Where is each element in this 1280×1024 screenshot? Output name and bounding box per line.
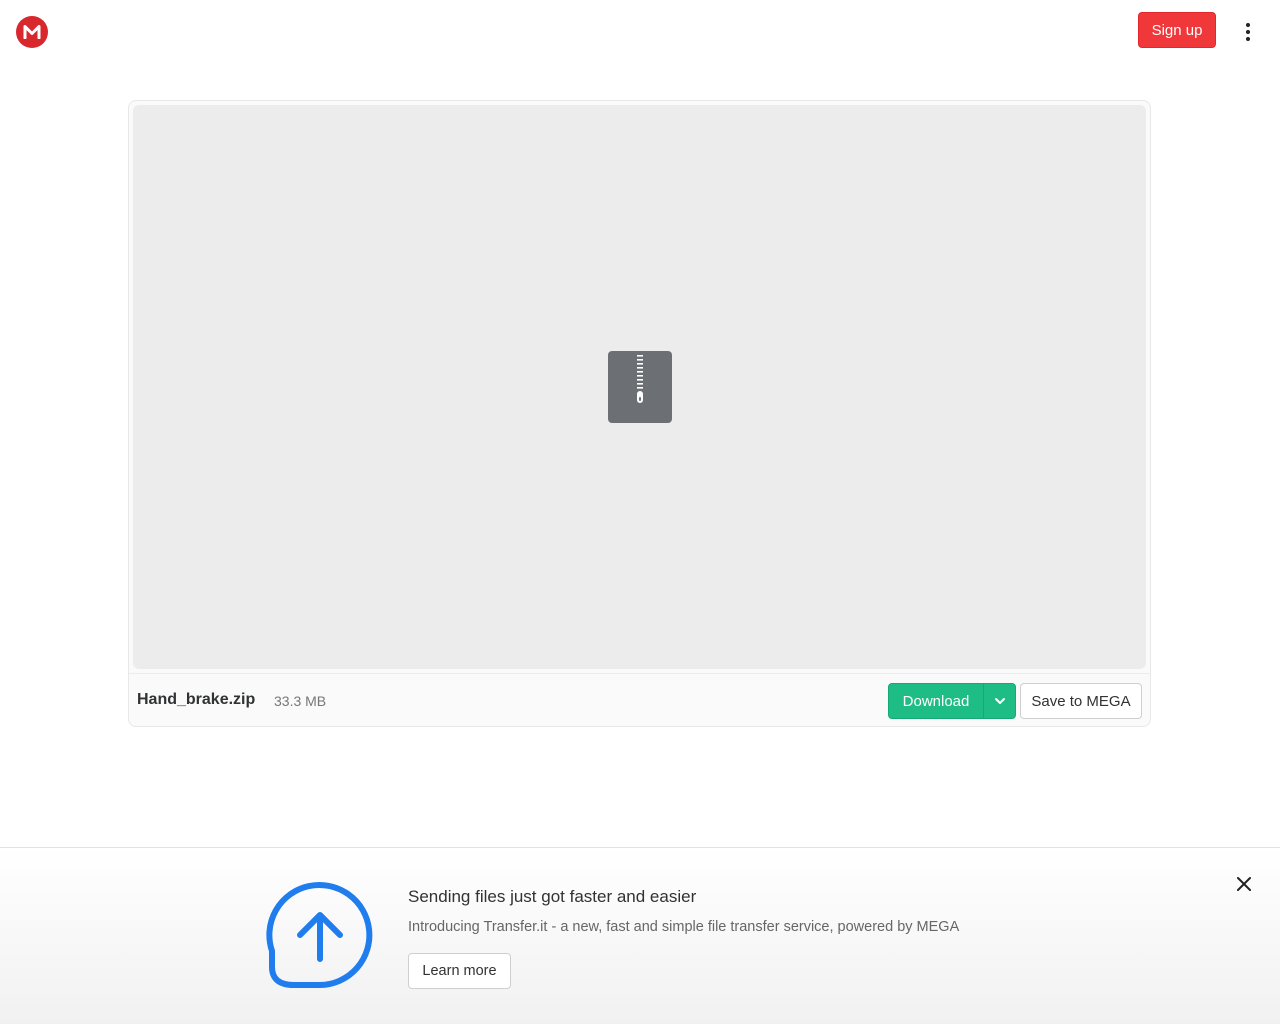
upload-arrow-circle-icon: [264, 881, 376, 993]
banner-title: Sending files just got faster and easier: [408, 887, 697, 906]
file-preview-area: [133, 105, 1146, 669]
file-info-bar: Hand_brake.zip 33.3 MB Download Save to …: [129, 673, 1150, 726]
sign-up-button[interactable]: Sign up: [1138, 12, 1216, 48]
learn-more-button[interactable]: Learn more: [408, 953, 511, 989]
save-to-mega-button[interactable]: Save to MEGA: [1020, 683, 1142, 719]
download-button[interactable]: Download: [889, 684, 983, 718]
transfer-promo-banner: Sending files just got faster and easier…: [0, 847, 1280, 1024]
file-size: 33.3 MB: [274, 693, 327, 709]
top-header: Sign up: [0, 0, 1280, 64]
download-button-group: Download: [888, 683, 1016, 719]
banner-description: Introducing Transfer.it - a new, fast an…: [408, 919, 960, 935]
close-icon[interactable]: [1232, 872, 1256, 896]
download-options-button[interactable]: [983, 684, 1015, 718]
file-name: Hand_brake.zip: [137, 691, 256, 708]
chevron-down-icon: [994, 698, 1005, 704]
mega-logo-icon[interactable]: [16, 16, 48, 48]
file-preview-card: Hand_brake.zip 33.3 MB Download Save to …: [128, 100, 1151, 727]
zip-file-icon: [608, 351, 672, 423]
more-vertical-icon[interactable]: [1232, 16, 1264, 48]
